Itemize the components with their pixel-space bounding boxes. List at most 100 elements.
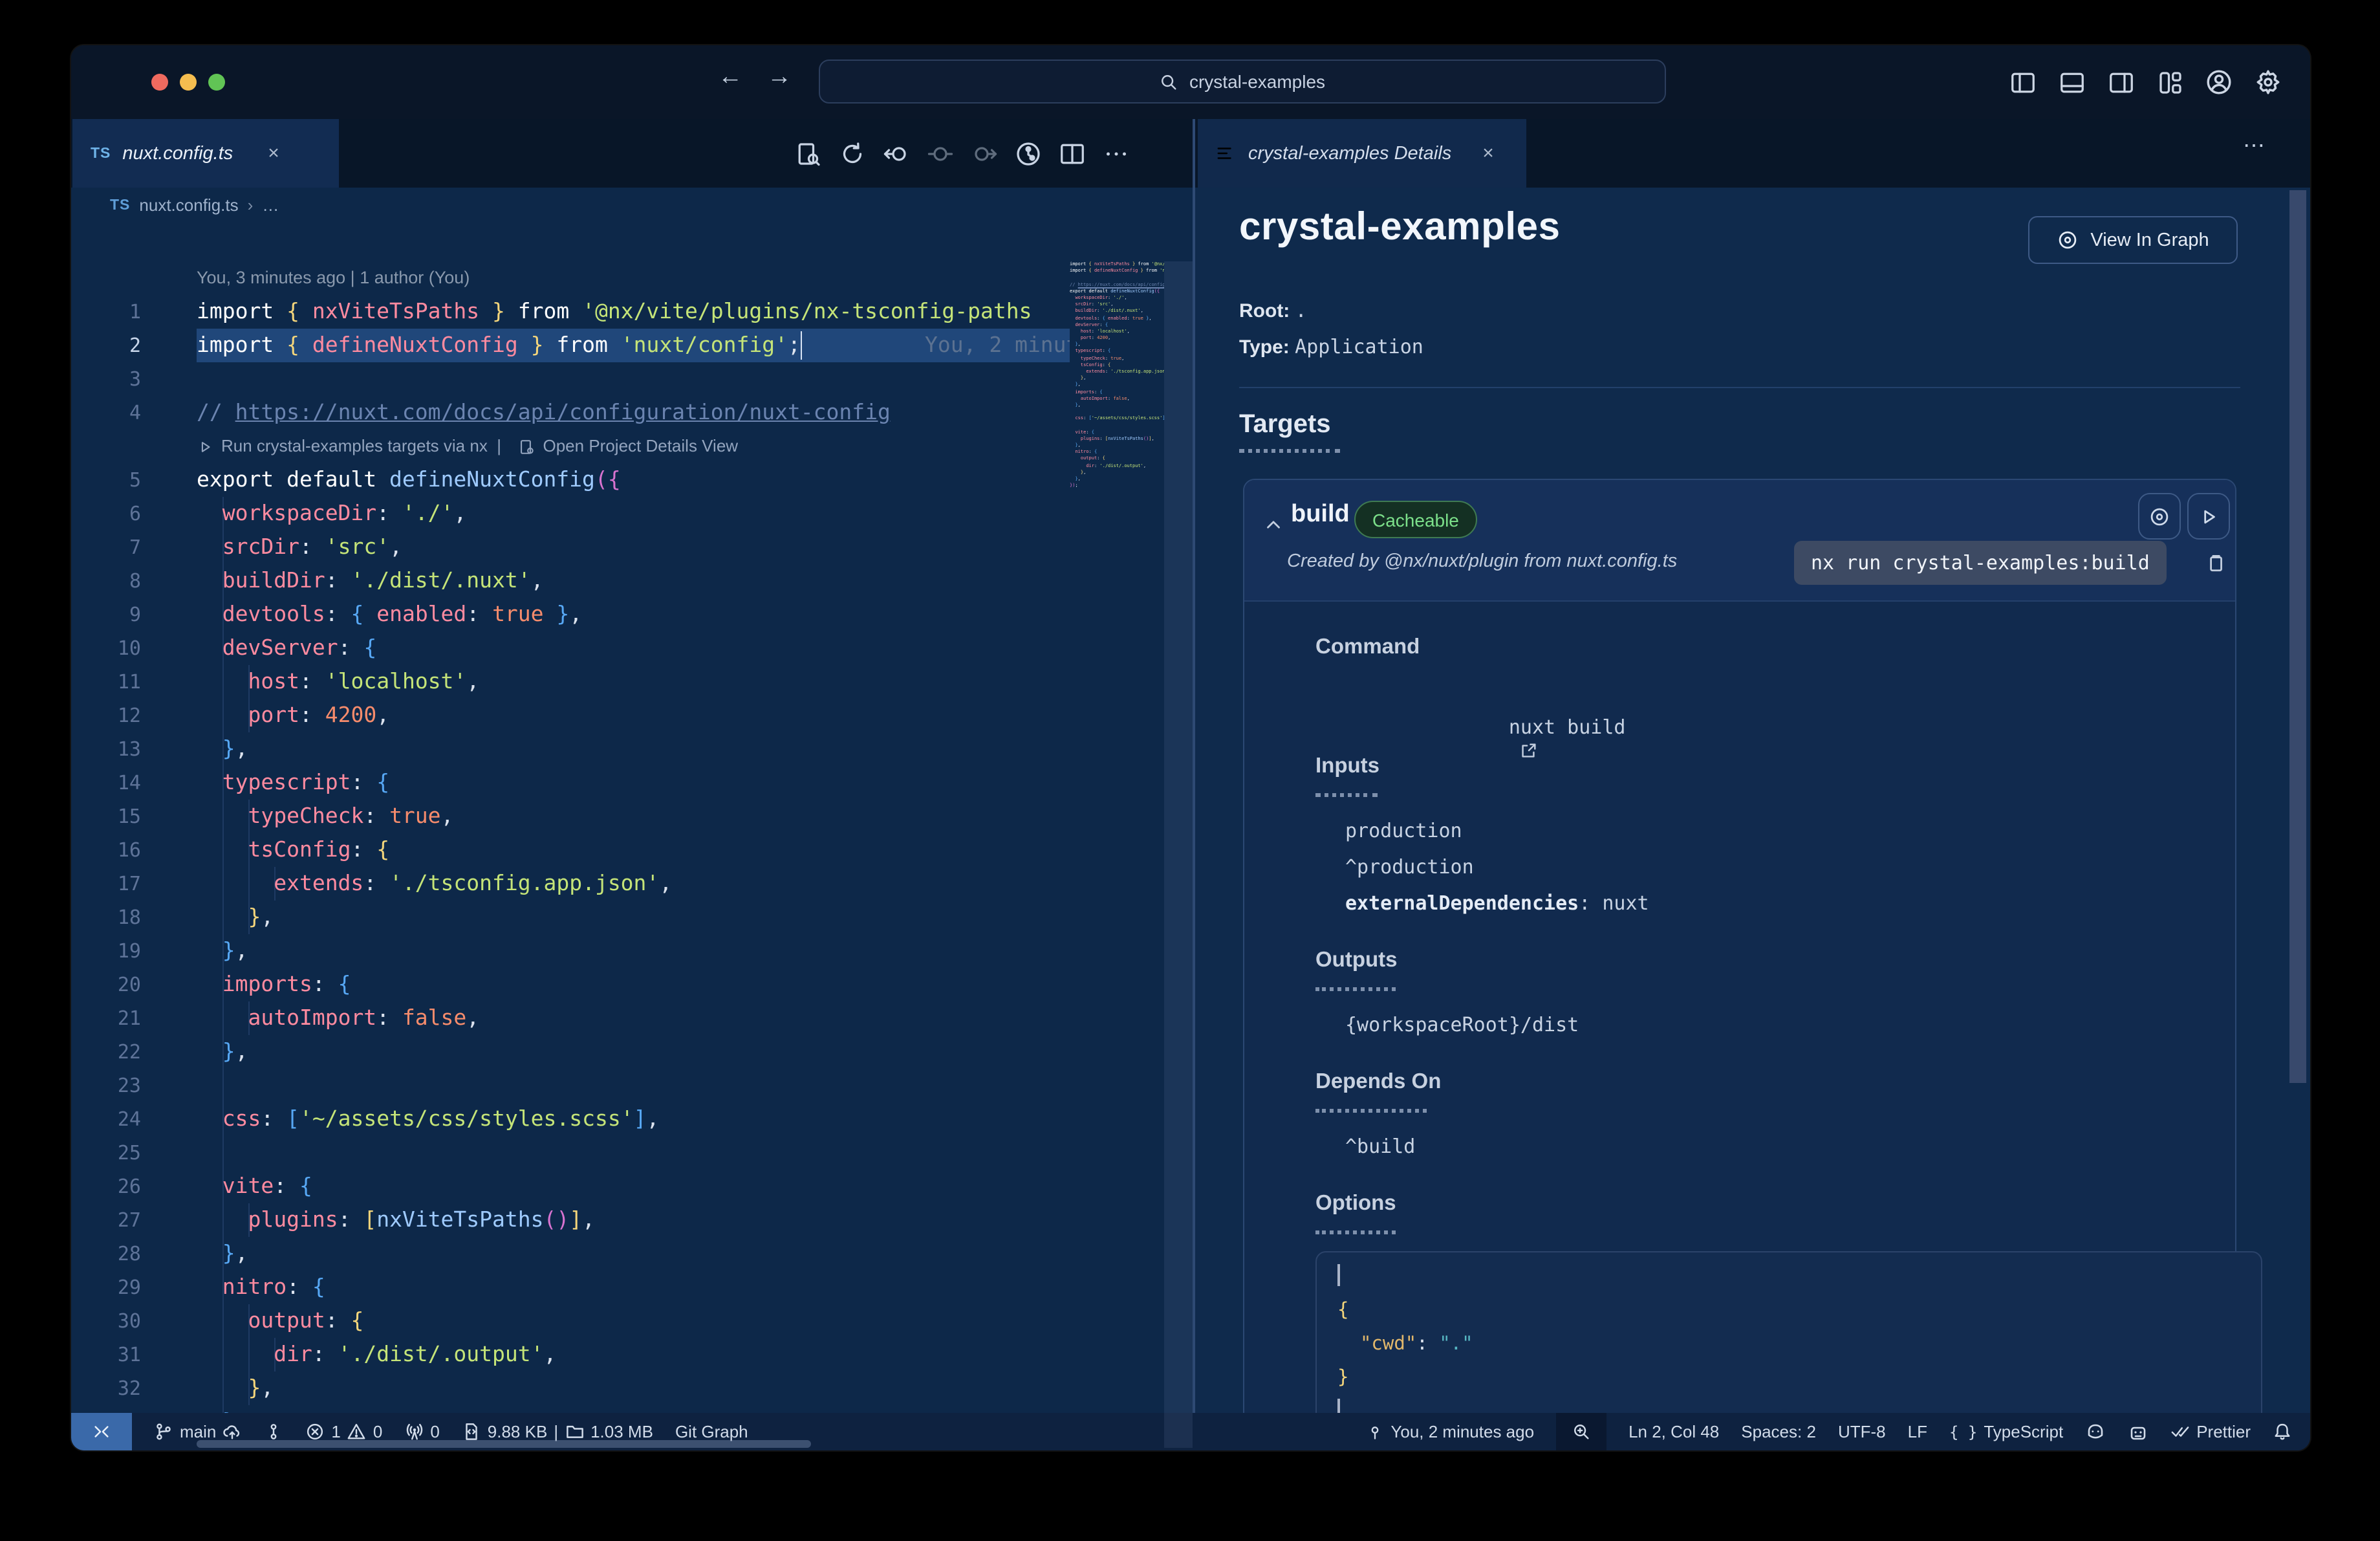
cursor-position[interactable]: Ln 2, Col 48 [1628, 1422, 1719, 1441]
code-line[interactable]: 30 output: { [71, 1304, 1193, 1338]
view-in-graph-button[interactable]: View In Graph [2028, 216, 2238, 264]
problems[interactable]: 10 [305, 1422, 382, 1441]
root-label: Root: [1239, 300, 1290, 322]
target-card-header[interactable]: build Cacheable Created by @nx/nuxt/plug… [1244, 480, 2235, 602]
options-json-line [1337, 1260, 1339, 1294]
notifications[interactable] [2273, 1422, 2292, 1441]
external-link-icon[interactable] [1519, 741, 1539, 761]
tab-close-icon[interactable]: × [1482, 142, 1494, 164]
code-line[interactable]: 13 }, [71, 732, 1193, 766]
code-editor[interactable]: You, 3 minutes ago | 1 author (You) 1 impo… [71, 261, 1193, 1448]
code-line[interactable]: 6 workspaceDir: './', [71, 497, 1193, 530]
editor-horizontal-scrollbar[interactable] [197, 1440, 811, 1448]
command-value[interactable]: nuxt build [1345, 692, 1626, 785]
prettier[interactable]: Prettier [2170, 1422, 2251, 1441]
commits[interactable] [264, 1422, 283, 1441]
copy-icon[interactable] [2204, 551, 2226, 573]
panel-right-icon[interactable] [2107, 69, 2134, 96]
code-line[interactable]: 21 autoImport: false, [71, 1001, 1193, 1035]
remote-indicator[interactable] [71, 1413, 132, 1450]
editor-vertical-scrollbar[interactable] [1164, 261, 1193, 1448]
indentation[interactable]: Spaces: 2 [1741, 1422, 1816, 1441]
code-line[interactable]: 14 typescript: { [71, 766, 1193, 800]
code-line[interactable]: 1 import { nxViteTsPaths } from '@nx/vite… [71, 295, 1193, 329]
prev-change-icon[interactable] [874, 140, 918, 166]
code-line[interactable]: 31 dir: './dist/.output', [71, 1338, 1193, 1372]
file-size[interactable]: 9.88 KB | 1.03 MB [462, 1422, 653, 1441]
code-line[interactable]: 3 [71, 362, 1193, 396]
breadcrumb-separator: › [247, 195, 254, 215]
view-target-in-graph-button[interactable] [2138, 493, 2181, 540]
code-line[interactable]: 7 srcDir: 'src', [71, 530, 1193, 564]
panel-scrollbar[interactable] [2289, 188, 2306, 1413]
next-change-icon[interactable] [962, 140, 1006, 166]
more-icon[interactable] [1094, 140, 1138, 166]
extension-robot[interactable] [2128, 1421, 2148, 1442]
chevron-up-icon[interactable] [1262, 514, 1284, 536]
search-icon [1160, 72, 1179, 91]
command-center-search[interactable]: crystal-examples [819, 60, 1666, 104]
git-branch[interactable]: main [154, 1422, 242, 1441]
blame-status[interactable]: You, 2 minutes ago [1366, 1422, 1534, 1441]
git-graph[interactable]: Git Graph [675, 1422, 748, 1441]
code-line[interactable]: 11 host: 'localhost', [71, 665, 1193, 699]
code-line[interactable]: 25 [71, 1136, 1193, 1170]
code-line[interactable]: 4// https://nuxt.com/docs/api/configurat… [71, 396, 1193, 430]
code-line[interactable]: 9 devtools: { enabled: true }, [71, 598, 1193, 631]
tab-project-details[interactable]: crystal-examples Details × [1198, 119, 1526, 188]
breadcrumb-file[interactable]: nuxt.config.ts [139, 195, 238, 215]
maximize-traffic-light[interactable] [208, 74, 225, 91]
code-line[interactable]: 26 vite: { [71, 1170, 1193, 1203]
code-line[interactable]: 29 nitro: { [71, 1271, 1193, 1304]
panel-left-icon[interactable] [2009, 69, 2036, 96]
zoom-status[interactable] [1556, 1413, 1607, 1450]
tab-close-icon[interactable]: × [268, 142, 279, 164]
code-line[interactable]: 5 export default defineNuxtConfig({ [71, 463, 1193, 497]
problems-label: 0 [373, 1422, 383, 1441]
code-line[interactable]: 23 [71, 1069, 1193, 1102]
panel-bottom-icon[interactable] [2058, 69, 2085, 96]
code-line[interactable]: 2 import { defineNuxtConfig } from 'nuxt/… [71, 329, 1193, 362]
ports[interactable]: 0 [404, 1422, 440, 1441]
breadcrumb-symbol[interactable]: … [262, 195, 279, 215]
code-line[interactable]: 27 plugins: [nxViteTsPaths()], [71, 1203, 1193, 1237]
layout-icon[interactable] [2156, 69, 2183, 96]
refresh-icon[interactable] [830, 140, 874, 166]
code-line[interactable]: 22 }, [71, 1035, 1193, 1069]
minimize-traffic-light[interactable] [180, 74, 197, 91]
code-line[interactable]: 28 }, [71, 1237, 1193, 1271]
language-mode[interactable]: { } TypeScript [1949, 1422, 2063, 1441]
nx-run-command-chip[interactable]: nx run crystal-examples:build [1794, 541, 2167, 585]
close-traffic-light[interactable] [151, 74, 168, 91]
codelens[interactable]: Run crystal-examples targets via nx | Op… [71, 430, 1193, 463]
code-line[interactable]: 32 }, [71, 1372, 1193, 1405]
account-icon[interactable] [2205, 69, 2233, 96]
encoding[interactable]: UTF-8 [1838, 1422, 1886, 1441]
file-code-icon [462, 1422, 481, 1441]
minimap[interactable]: import { nxViteTsPaths } from '@nx/vite/… [1070, 261, 1164, 753]
forward-button[interactable]: → [767, 63, 792, 92]
copilot[interactable] [2085, 1421, 2106, 1442]
split-editor-icon[interactable] [1050, 140, 1094, 166]
eol[interactable]: LF [1908, 1422, 1927, 1441]
code-line[interactable]: 19 }, [71, 934, 1193, 968]
settings-icon[interactable] [2255, 69, 2282, 96]
code-line[interactable]: 12 port: 4200, [71, 699, 1193, 732]
code-line[interactable]: 17 extends: './tsconfig.app.json', [71, 867, 1193, 901]
code-line[interactable]: 18 }, [71, 901, 1193, 934]
code-line[interactable]: 24 css: ['~/assets/css/styles.scss'], [71, 1102, 1193, 1136]
code-line[interactable]: 8 buildDir: './dist/.nuxt', [71, 564, 1193, 598]
change-icon[interactable] [918, 140, 962, 166]
tab-nuxt-config[interactable]: TS nuxt.config.ts × [72, 119, 339, 188]
back-button[interactable]: ← [718, 63, 742, 92]
code-line[interactable]: 16 tsConfig: { [71, 833, 1193, 867]
options-code-block[interactable]: { "cwd": "."} [1315, 1251, 2262, 1413]
code-line[interactable]: 10 devServer: { [71, 631, 1193, 665]
code-line[interactable]: 15 typeCheck: true, [71, 800, 1193, 833]
more-actions-icon[interactable]: ⋯ [2243, 133, 2267, 159]
timeline-icon[interactable] [1006, 140, 1050, 166]
code-line[interactable]: 20 imports: { [71, 968, 1193, 1001]
breadcrumb[interactable]: TS nuxt.config.ts › … [71, 188, 1193, 223]
preview-icon[interactable] [786, 140, 830, 166]
run-target-button[interactable] [2187, 493, 2230, 540]
